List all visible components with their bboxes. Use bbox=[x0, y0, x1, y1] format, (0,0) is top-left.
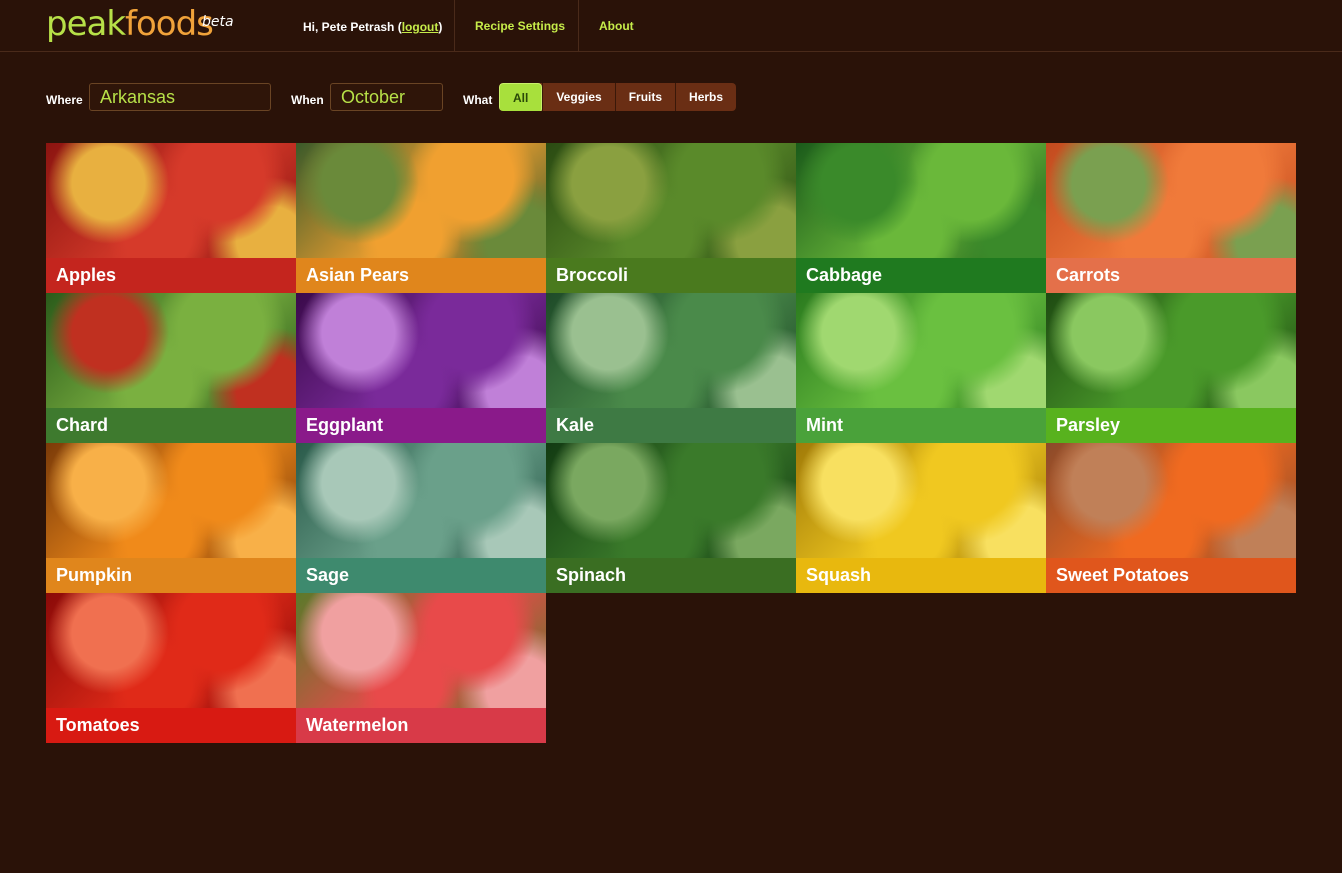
food-tile[interactable]: Broccoli bbox=[546, 143, 796, 293]
food-photo bbox=[46, 443, 296, 558]
food-label: Sweet Potatoes bbox=[1046, 558, 1296, 593]
logout-link[interactable]: logout bbox=[402, 20, 439, 34]
filter-veggies-button[interactable]: Veggies bbox=[542, 83, 614, 111]
food-tile[interactable]: Eggplant bbox=[296, 293, 546, 443]
food-label: Cabbage bbox=[796, 258, 1046, 293]
food-tile[interactable]: Mint bbox=[796, 293, 1046, 443]
food-photo bbox=[546, 143, 796, 258]
filter-herbs-button[interactable]: Herbs bbox=[675, 83, 736, 111]
food-label: Sage bbox=[296, 558, 546, 593]
food-tile[interactable]: Spinach bbox=[546, 443, 796, 593]
filter-all-button[interactable]: All bbox=[499, 83, 543, 111]
food-photo bbox=[796, 293, 1046, 408]
food-photo bbox=[546, 293, 796, 408]
food-photo bbox=[296, 443, 546, 558]
food-photo bbox=[296, 293, 546, 408]
food-label: Asian Pears bbox=[296, 258, 546, 293]
food-photo bbox=[46, 143, 296, 258]
when-label: When bbox=[291, 93, 324, 107]
category-filter: All Veggies Fruits Herbs bbox=[499, 83, 737, 111]
food-label: Watermelon bbox=[296, 708, 546, 743]
food-label: Mint bbox=[796, 408, 1046, 443]
food-label: Squash bbox=[796, 558, 1046, 593]
logo-foods-text: foods bbox=[125, 4, 214, 44]
food-photo bbox=[296, 593, 546, 708]
food-photo bbox=[296, 143, 546, 258]
food-photo bbox=[546, 443, 796, 558]
what-label: What bbox=[463, 93, 493, 107]
food-tile[interactable]: Tomatoes bbox=[46, 593, 296, 743]
food-tile[interactable]: Squash bbox=[796, 443, 1046, 593]
user-greeting: Hi, Pete Petrash (logout) bbox=[303, 20, 442, 34]
peakfoods-logo[interactable]: peakfoods beta bbox=[46, 4, 234, 44]
food-photo bbox=[1046, 143, 1296, 258]
food-label: Spinach bbox=[546, 558, 796, 593]
food-photo bbox=[1046, 293, 1296, 408]
food-tile[interactable]: Apples bbox=[46, 143, 296, 293]
nav-divider bbox=[578, 0, 579, 52]
greeting-end: ) bbox=[438, 20, 443, 34]
food-tile[interactable]: Carrots bbox=[1046, 143, 1296, 293]
beta-badge: beta bbox=[202, 14, 234, 30]
food-tile[interactable]: Sage bbox=[296, 443, 546, 593]
food-tile[interactable]: Pumpkin bbox=[46, 443, 296, 593]
food-grid: Apples Asian Pears Broccoli Cabbage Carrots C… bbox=[46, 143, 1296, 743]
food-label: Tomatoes bbox=[46, 708, 296, 743]
food-photo bbox=[1046, 443, 1296, 558]
food-label: Pumpkin bbox=[46, 558, 296, 593]
nav-about[interactable]: About bbox=[599, 19, 634, 33]
food-label: Kale bbox=[546, 408, 796, 443]
top-header: peakfoods beta Hi, Pete Petrash (logout)… bbox=[0, 0, 1342, 52]
food-label: Apples bbox=[46, 258, 296, 293]
food-label: Carrots bbox=[1046, 258, 1296, 293]
when-input[interactable]: October bbox=[330, 83, 443, 111]
food-photo bbox=[46, 593, 296, 708]
food-photo bbox=[46, 293, 296, 408]
food-tile[interactable]: Chard bbox=[46, 293, 296, 443]
food-label: Broccoli bbox=[546, 258, 796, 293]
filter-fruits-button[interactable]: Fruits bbox=[614, 83, 675, 111]
logo-peak-text: peak bbox=[46, 4, 126, 44]
food-photo bbox=[796, 143, 1046, 258]
food-tile[interactable]: Kale bbox=[546, 293, 796, 443]
greeting-text: Hi, Pete Petrash ( bbox=[303, 20, 402, 34]
nav-divider bbox=[454, 0, 455, 52]
food-tile[interactable]: Sweet Potatoes bbox=[1046, 443, 1296, 593]
food-tile[interactable]: Watermelon bbox=[296, 593, 546, 743]
food-tile[interactable]: Asian Pears bbox=[296, 143, 546, 293]
food-tile[interactable]: Parsley bbox=[1046, 293, 1296, 443]
food-label: Chard bbox=[46, 408, 296, 443]
food-label: Parsley bbox=[1046, 408, 1296, 443]
where-label: Where bbox=[46, 93, 83, 107]
nav-recipe-settings[interactable]: Recipe Settings bbox=[475, 19, 565, 33]
food-tile[interactable]: Cabbage bbox=[796, 143, 1046, 293]
food-photo bbox=[796, 443, 1046, 558]
where-input[interactable]: Arkansas bbox=[89, 83, 271, 111]
food-label: Eggplant bbox=[296, 408, 546, 443]
